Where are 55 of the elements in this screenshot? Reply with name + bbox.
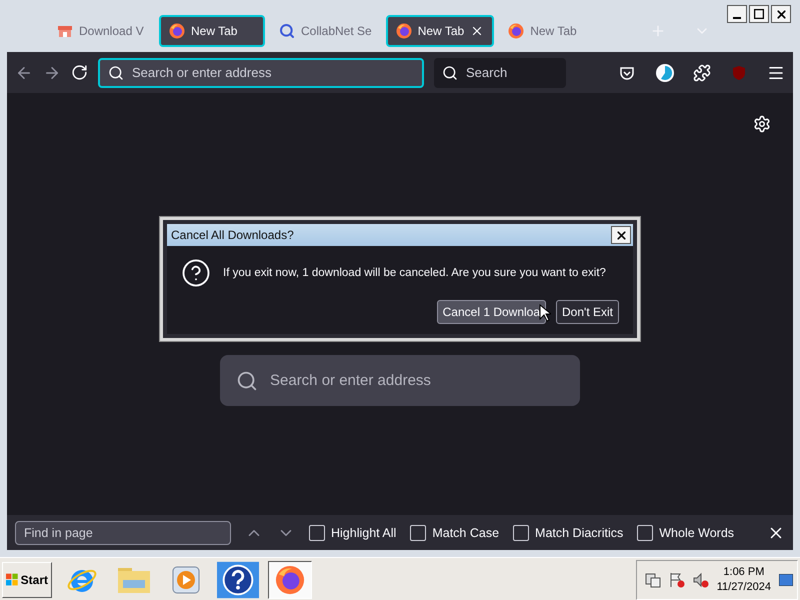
browser-tab[interactable]: New Tab [386, 15, 494, 47]
pocket-icon[interactable] [619, 64, 635, 80]
search-icon [236, 370, 258, 392]
browser-tab[interactable]: Download V [47, 15, 155, 47]
find-field[interactable]: Find in page [15, 520, 231, 544]
firefox-icon [169, 23, 185, 39]
browser-tab[interactable]: New Tab [498, 15, 606, 47]
checkbox[interactable] [513, 524, 530, 540]
checkbox-label: Match Diacritics [535, 526, 624, 540]
settings-icon[interactable] [753, 115, 771, 133]
account-icon[interactable] [655, 62, 675, 82]
dialog-message: If you exit now, 1 download will be canceled. Are you sure you want to exit? [223, 267, 606, 279]
store-icon [57, 23, 73, 39]
close-icon [614, 228, 628, 242]
checkbox-label: Highlight All [331, 526, 396, 540]
flag-error-icon [668, 572, 685, 588]
search-field[interactable]: Search or enter address [220, 355, 580, 406]
search-icon [442, 64, 458, 80]
browser-tab[interactable]: New Tab [159, 15, 265, 47]
minimize-button[interactable] [727, 5, 747, 23]
close-button[interactable] [611, 226, 631, 244]
close-icon [774, 8, 788, 20]
firefox-icon [396, 23, 412, 39]
question-icon [181, 258, 211, 288]
search-icon [108, 64, 124, 80]
taskbar-app[interactable] [216, 560, 260, 598]
clock-date: 11/27/2024 [716, 580, 771, 594]
checkbox-label: Match Case [432, 526, 500, 540]
media-player-icon [172, 566, 200, 594]
minimize-icon [733, 16, 741, 18]
reload-icon[interactable] [71, 64, 88, 81]
start-button[interactable]: Start [2, 562, 52, 598]
dialog-button[interactable]: Don't Exit [556, 300, 619, 324]
taskbar-app[interactable] [268, 560, 312, 598]
checkbox[interactable] [410, 524, 426, 540]
extensions-icon[interactable] [693, 64, 711, 82]
search-icon [279, 23, 295, 39]
firefox-icon [508, 23, 524, 39]
dialog-title: Cancel All Downloads? [171, 228, 294, 242]
network-icon [644, 572, 661, 588]
checkbox[interactable] [309, 524, 325, 540]
cursor-icon [539, 304, 552, 322]
clock-time: 1:06 PM [723, 564, 764, 580]
search-field[interactable]: Search [434, 58, 566, 88]
browser-tab[interactable]: CollabNet Se [269, 15, 382, 47]
firefox-icon [275, 564, 305, 594]
address-bar[interactable]: Search or enter address [98, 58, 424, 88]
speaker-muted-icon [692, 572, 709, 588]
checkbox[interactable] [637, 524, 654, 540]
desktop-icon[interactable] [779, 574, 793, 586]
windows-logo-icon [6, 572, 19, 586]
close-button[interactable] [771, 5, 791, 23]
maximize-button[interactable] [749, 5, 769, 23]
maximize-icon [754, 9, 764, 19]
checkbox-label: Whole Words [659, 526, 734, 540]
